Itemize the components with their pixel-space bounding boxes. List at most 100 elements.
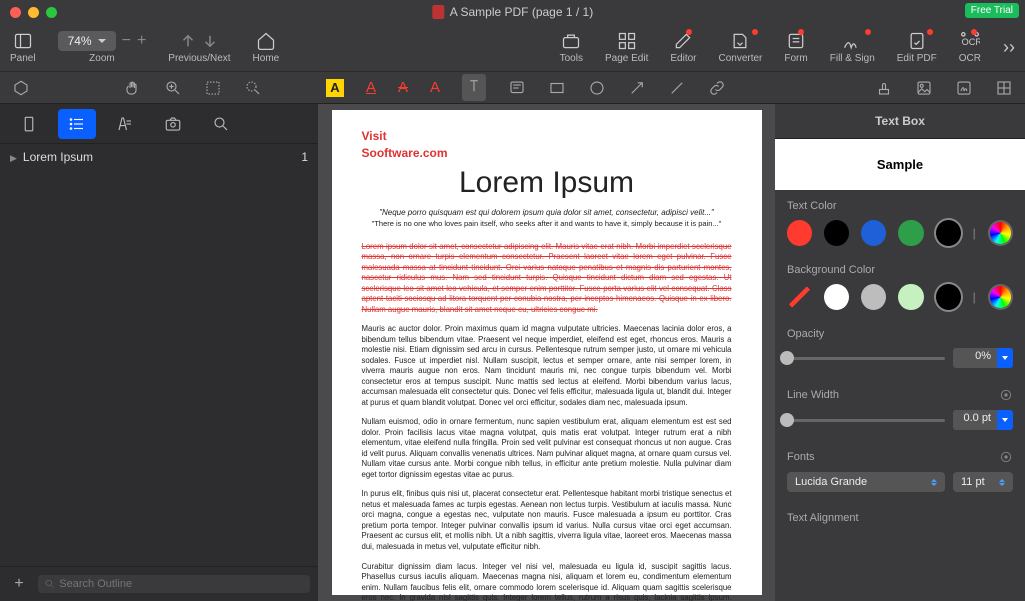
more-button[interactable]: ›› <box>1003 37 1015 58</box>
maximize-window[interactable] <box>46 7 57 18</box>
color-picker[interactable] <box>988 220 1013 246</box>
opacity-stepper[interactable] <box>997 348 1013 368</box>
edit-pdf-label: Edit PDF <box>897 53 937 64</box>
search-outline-input[interactable] <box>38 575 310 593</box>
window-title: A Sample PDF (page 1 / 1) <box>432 5 593 19</box>
search-tab[interactable] <box>202 109 240 139</box>
arrow-tool-icon[interactable] <box>628 79 646 97</box>
squiggly-tool[interactable]: A <box>430 79 440 96</box>
fill-sign-button[interactable]: Fill & Sign <box>830 31 875 64</box>
converter-button[interactable]: Converter <box>718 31 762 64</box>
lasso-icon[interactable] <box>244 79 262 97</box>
editor-button[interactable]: Editor <box>670 31 696 64</box>
fonts-reset-icon[interactable] <box>999 450 1013 464</box>
hexagon-tool-icon[interactable] <box>12 79 30 97</box>
panel-label: Panel <box>10 53 36 64</box>
color-lightgreen[interactable] <box>898 284 923 310</box>
document-viewport[interactable]: Visit Sooftware.com Lorem Ipsum "Neque p… <box>318 104 775 601</box>
color-red[interactable] <box>787 220 812 246</box>
annotations-tab[interactable] <box>106 109 144 139</box>
color-selected[interactable] <box>936 220 961 246</box>
color-picker[interactable] <box>988 284 1013 310</box>
table-tool-icon[interactable] <box>995 79 1013 97</box>
circle-tool-icon[interactable] <box>588 79 606 97</box>
panel-button[interactable]: Panel <box>10 31 36 64</box>
text-color-label: Text Color <box>775 190 1025 216</box>
notification-dot <box>798 29 804 35</box>
link-tool-icon[interactable] <box>708 79 726 97</box>
color-blue[interactable] <box>861 220 886 246</box>
opacity-value[interactable]: 0% <box>953 348 997 368</box>
add-outline-button[interactable]: + <box>8 573 30 595</box>
zoom-select[interactable]: 74% <box>58 31 116 51</box>
home-icon <box>256 31 276 51</box>
zoom-control: 74% − + Zoom <box>58 31 147 64</box>
notification-dot <box>865 29 871 35</box>
hand-tool-icon[interactable] <box>124 79 142 97</box>
color-gray[interactable] <box>861 284 886 310</box>
outline-tab[interactable] <box>58 109 96 139</box>
zoom-tool-icon[interactable] <box>164 79 182 97</box>
zoom-label: Zoom <box>89 53 115 64</box>
zoom-in-button[interactable]: + <box>137 32 146 50</box>
signature-tool-icon[interactable] <box>955 79 973 97</box>
fill-sign-label: Fill & Sign <box>830 53 875 64</box>
color-green[interactable] <box>898 220 923 246</box>
font-size-select[interactable]: 11 pt <box>953 472 1013 492</box>
opacity-slider[interactable] <box>787 357 945 360</box>
next-page-button[interactable] <box>201 32 219 50</box>
free-trial-badge[interactable]: Free Trial <box>965 3 1019 18</box>
outline-item[interactable]: ▶Lorem Ipsum 1 <box>0 144 318 170</box>
underline-tool[interactable]: A <box>366 79 376 96</box>
disclosure-triangle-icon[interactable]: ▶ <box>10 153 17 163</box>
home-label: Home <box>253 53 280 64</box>
zoom-out-button[interactable]: − <box>122 32 131 50</box>
edit-pdf-button[interactable]: Edit PDF <box>897 31 937 64</box>
image-tool-icon[interactable] <box>915 79 933 97</box>
line-width-slider[interactable] <box>787 419 945 422</box>
line-width-reset-icon[interactable] <box>999 388 1013 402</box>
line-width-stepper[interactable] <box>997 410 1013 430</box>
svg-text:OCR: OCR <box>962 37 980 47</box>
ocr-button[interactable]: OCR OCR <box>959 31 981 64</box>
notification-dot <box>752 29 758 35</box>
prev-page-button[interactable] <box>179 32 197 50</box>
doc-para: Nullam euismod, odio in ornare fermentum… <box>362 417 732 480</box>
font-family-select[interactable]: Lucida Grande <box>787 472 945 492</box>
color-black-selected[interactable] <box>936 284 961 310</box>
doc-para: In purus elit, finibus quis nisi ut, pla… <box>362 489 732 552</box>
home-button[interactable]: Home <box>253 31 280 64</box>
color-none[interactable] <box>787 284 812 310</box>
bg-color-label: Background Color <box>775 254 1025 280</box>
bg-color-swatches: | <box>775 280 1025 318</box>
search-outline-field[interactable] <box>59 578 304 590</box>
note-tool-icon[interactable] <box>508 79 526 97</box>
area-select-icon[interactable] <box>204 79 222 97</box>
line-width-label: Line Width <box>775 378 1025 406</box>
stamp-tool-icon[interactable] <box>875 79 893 97</box>
notification-dot <box>971 29 977 35</box>
title-text: A Sample PDF (page 1 / 1) <box>450 5 593 19</box>
minimize-window[interactable] <box>28 7 39 18</box>
textbox-tool[interactable] <box>462 74 486 101</box>
form-button[interactable]: Form <box>784 31 807 64</box>
pdf-icon <box>432 5 444 19</box>
pdf-page: Visit Sooftware.com Lorem Ipsum "Neque p… <box>332 110 762 595</box>
line-tool-icon[interactable] <box>668 79 686 97</box>
visit-link: Visit Sooftware.com <box>362 128 732 162</box>
text-color-swatches: | <box>775 216 1025 254</box>
sidebar: ▶Lorem Ipsum 1 + <box>0 104 318 601</box>
color-white[interactable] <box>824 284 849 310</box>
snapshot-tab[interactable] <box>154 109 192 139</box>
strikethrough-tool[interactable]: A <box>398 79 408 96</box>
close-window[interactable] <box>10 7 21 18</box>
rectangle-tool-icon[interactable] <box>548 79 566 97</box>
page-edit-button[interactable]: Page Edit <box>605 31 648 64</box>
color-black[interactable] <box>824 220 849 246</box>
line-width-value[interactable]: 0.0 pt <box>953 410 997 430</box>
highlight-tool[interactable]: A <box>326 79 344 97</box>
thumbnails-tab[interactable] <box>10 109 48 139</box>
form-label: Form <box>784 53 807 64</box>
ocr-icon: OCR <box>960 31 980 51</box>
tools-button[interactable]: Tools <box>560 31 583 64</box>
